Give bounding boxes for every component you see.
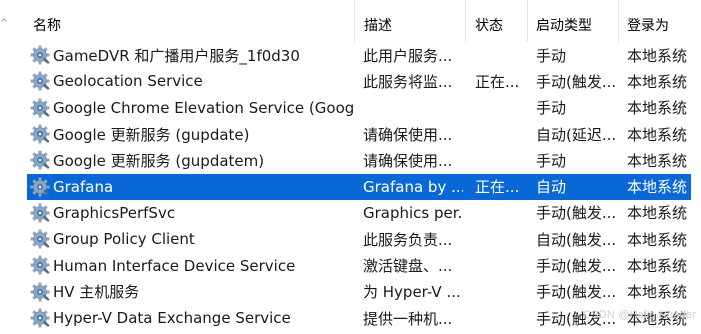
service-startup-type: 手动 [536,99,567,118]
service-name: GraphicsPerfSvc [53,203,176,222]
service-startup-type: 自动(触发... [536,230,617,249]
service-row[interactable]: Geolocation Service 此服务将监... 正在... 手动(触发...… [0,68,701,94]
column-header-logon-as[interactable]: 登录为 [619,0,701,42]
service-description: 激活键盘、... [363,257,453,276]
service-description: Graphics per... [363,203,463,222]
service-gear-icon [29,97,51,119]
service-logon-as: 本地系统 [627,178,688,197]
service-description: 此服务负责... [363,230,453,249]
service-name: HV 主机服务 [53,283,140,302]
service-status [475,95,525,121]
service-row[interactable]: Grafana Grafana by ... 正在... 自动 本地系统 [0,172,701,201]
service-startup-type: 手动(触发... [536,204,617,223]
service-logon-as: 本地系统 [627,283,688,302]
service-logon-as: 本地系统 [627,204,688,223]
service-status [475,121,525,147]
service-gear-icon [29,176,51,198]
column-header-description-label: 描述 [364,18,392,34]
column-header-status-label: 状态 [475,18,503,34]
column-header-description[interactable]: 描述 [355,0,466,42]
service-startup-type: 手动 [536,46,567,65]
service-status [475,42,525,68]
service-status [475,226,525,252]
service-row[interactable]: Google Chrome Elevation Service (Google.… [0,95,701,121]
service-row[interactable]: HV 主机服务 为 Hyper-V ... 手动(触发... 本地系统 [0,279,701,305]
service-row[interactable]: Google 更新服务 (gupdate) 请确保使用... 自动(延迟... 本地系… [0,121,701,147]
service-name: Google 更新服务 (gupdatem) [53,151,265,170]
service-gear-icon [29,123,51,145]
service-row[interactable]: Google 更新服务 (gupdatem) 请确保使用... 手动 本地系统 [0,147,701,173]
service-status [475,279,525,305]
service-logon-as: 本地系统 [627,99,688,118]
service-row[interactable]: Human Interface Device Service 激活键盘、... 手动… [0,252,701,278]
service-row[interactable]: GameDVR 和广播用户服务_1f0d30 此用户服务... 手动 本地系统 [0,42,701,68]
watermark: CSDN @Hello.Reader [583,309,697,321]
service-startup-type: 手动(触发... [536,283,617,302]
service-logon-as: 本地系统 [627,230,688,249]
service-description: 此服务将监... [363,72,453,91]
service-row[interactable]: GraphicsPerfSvc Graphics per... 手动(触发... 本地… [0,200,701,226]
column-header-startup-type-label: 启动类型 [536,18,592,34]
service-description [363,95,463,121]
sort-ascending-icon: ^ [0,18,9,29]
service-status [475,200,525,226]
service-description: 请确保使用... [363,151,453,170]
service-name: Google 更新服务 (gupdate) [53,125,250,144]
service-logon-as: 本地系统 [627,151,688,170]
service-status [475,147,525,173]
service-status [475,252,525,278]
service-logon-as: 本地系统 [627,257,688,276]
service-status: 正在... [475,178,520,197]
service-gear-icon [29,307,51,329]
service-name: Hyper-V Data Exchange Service [53,309,291,328]
column-header-name-label: 名称 [33,18,61,34]
service-gear-icon [29,228,51,250]
service-description: 为 Hyper-V ... [363,283,461,302]
service-name: Geolocation Service [53,72,203,91]
service-startup-type: 手动 [536,151,567,170]
column-header-row: 名称 ^ 描述 状态 启动类型 登录为 [0,0,701,42]
service-row[interactable]: Group Policy Client 此服务负责... 自动(触发... 本地系统 [0,226,701,252]
service-name: Google Chrome Elevation Service (Google.… [53,98,355,117]
service-description: 提供一种机... [363,309,453,328]
service-gear-icon [29,70,51,92]
service-status: 正在... [475,72,520,91]
service-description: 请确保使用... [363,125,453,144]
service-description: Grafana by ... [363,177,463,196]
service-name: Human Interface Device Service [53,256,296,275]
service-name: Group Policy Client [53,230,195,249]
service-logon-as: 本地系统 [627,125,688,144]
column-header-status[interactable]: 状态 [466,0,528,42]
service-startup-type: 自动(延迟... [536,125,617,144]
service-gear-icon [29,254,51,276]
service-gear-icon [29,281,51,303]
column-header-name[interactable]: 名称 ^ [0,0,355,42]
service-logon-as: 本地系统 [627,72,688,91]
service-gear-icon [29,149,51,171]
service-logon-as: 本地系统 [627,46,688,65]
column-header-logon-as-label: 登录为 [627,18,669,34]
service-startup-type: 手动(触发... [536,257,617,276]
service-name: GameDVR 和广播用户服务_1f0d30 [53,46,300,65]
service-description: 此用户服务... [363,46,453,65]
service-name: Grafana [53,177,114,196]
service-gear-icon [29,44,51,66]
column-header-startup-type[interactable]: 启动类型 [528,0,619,42]
service-status [475,305,525,331]
service-startup-type: 手动(触发... [536,72,617,91]
service-startup-type: 自动 [536,178,567,197]
service-gear-icon [29,202,51,224]
